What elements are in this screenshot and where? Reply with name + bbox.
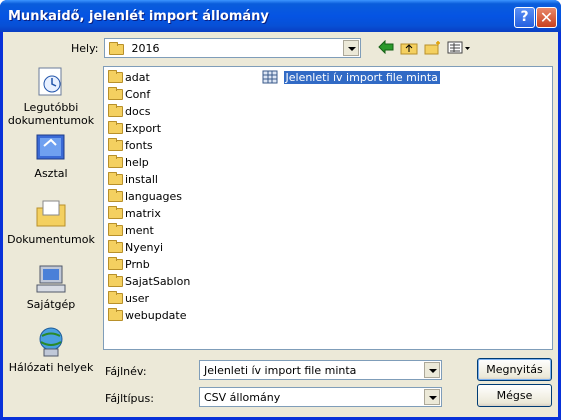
location-value: 2016 bbox=[131, 42, 160, 55]
file-list[interactable]: adat Conf docs Export fonts help install… bbox=[103, 66, 553, 350]
list-item[interactable]: docs bbox=[108, 103, 151, 120]
list-item[interactable]: languages bbox=[108, 188, 182, 205]
list-item[interactable]: webupdate bbox=[108, 307, 187, 324]
filetype-value: CSV állomány bbox=[204, 391, 281, 404]
filetype-label: Fájltípus: bbox=[105, 392, 154, 405]
place-label-line2: dokumentumok bbox=[7, 114, 95, 127]
list-item[interactable]: Export bbox=[108, 120, 161, 137]
view-menu-button[interactable] bbox=[446, 40, 472, 58]
desktop-icon bbox=[34, 132, 68, 164]
help-button[interactable]: ? bbox=[514, 7, 535, 28]
place-label: Asztal bbox=[34, 167, 68, 180]
folder-icon bbox=[109, 41, 124, 55]
recent-documents-icon bbox=[34, 66, 68, 98]
folder-icon bbox=[108, 137, 123, 151]
place-network[interactable]: Hálózati helyek bbox=[5, 326, 97, 374]
place-label: Dokumentumok bbox=[7, 233, 95, 246]
my-documents-icon bbox=[34, 198, 68, 230]
folder-icon bbox=[108, 120, 123, 134]
list-item[interactable]: help bbox=[108, 154, 149, 171]
list-item[interactable]: matrix bbox=[108, 205, 161, 222]
list-item[interactable]: SajatSablon bbox=[108, 273, 190, 290]
window-title: Munkaidő, jelenlét import állomány bbox=[8, 9, 269, 24]
list-item[interactable]: user bbox=[108, 290, 149, 307]
back-arrow-icon bbox=[378, 39, 394, 55]
place-recent-documents[interactable]: Legutóbbi dokumentumok bbox=[5, 66, 97, 127]
location-label: Hely: bbox=[71, 42, 99, 55]
folder-icon bbox=[108, 273, 123, 287]
network-places-icon bbox=[34, 326, 68, 358]
folder-icon bbox=[108, 86, 123, 100]
up-folder-button[interactable] bbox=[399, 40, 419, 58]
folder-icon bbox=[108, 239, 123, 253]
folder-icon bbox=[108, 222, 123, 236]
location-dropdown[interactable]: 2016 bbox=[104, 38, 361, 58]
cancel-button[interactable]: Mégse bbox=[477, 384, 552, 407]
place-my-computer[interactable]: Sajátgép bbox=[5, 263, 97, 311]
selected-file-item[interactable]: Jelenleti ív import file minta bbox=[262, 70, 440, 86]
open-file-dialog: Munkaidő, jelenlét import állomány ? ✕ H… bbox=[0, 0, 561, 420]
folder-icon bbox=[108, 103, 123, 117]
place-desktop[interactable]: Asztal bbox=[5, 132, 97, 180]
chevron-down-icon[interactable] bbox=[343, 40, 359, 56]
folder-icon bbox=[108, 171, 123, 185]
folder-icon bbox=[108, 256, 123, 270]
folder-icon bbox=[108, 307, 123, 321]
filename-input[interactable]: Jelenleti ív import file minta bbox=[199, 360, 442, 380]
place-label: Sajátgép bbox=[26, 298, 76, 311]
folder-icon bbox=[108, 154, 123, 168]
new-folder-button[interactable] bbox=[423, 40, 443, 58]
my-computer-icon bbox=[34, 263, 68, 295]
list-item[interactable]: Prnb bbox=[108, 256, 150, 273]
places-bar: Legutóbbi dokumentumok Asztal Dokumentum… bbox=[5, 62, 97, 386]
spreadsheet-file-icon bbox=[262, 70, 278, 84]
title-bar[interactable]: Munkaidő, jelenlét import állomány ? ✕ bbox=[0, 0, 561, 32]
dialog-client-area: Hely: 2016 Legutóbbi dokumentumok Asztal… bbox=[3, 32, 558, 417]
filename-label: Fájlnév: bbox=[105, 365, 147, 378]
place-label: Hálózati helyek bbox=[8, 361, 94, 374]
list-item[interactable]: adat bbox=[108, 69, 150, 86]
list-item[interactable]: install bbox=[108, 171, 158, 188]
place-my-documents[interactable]: Dokumentumok bbox=[5, 198, 97, 246]
filename-value: Jelenleti ív import file minta bbox=[204, 364, 357, 377]
chevron-down-icon[interactable] bbox=[424, 362, 440, 378]
view-menu-icon bbox=[447, 41, 470, 54]
close-button[interactable]: ✕ bbox=[536, 7, 557, 28]
open-button[interactable]: Megnyitás bbox=[477, 358, 552, 381]
list-item[interactable]: Nyenyi bbox=[108, 239, 163, 256]
chevron-down-icon[interactable] bbox=[424, 389, 440, 405]
new-folder-icon bbox=[424, 41, 440, 55]
back-button[interactable] bbox=[376, 39, 396, 58]
folder-icon bbox=[108, 188, 123, 202]
folder-icon bbox=[108, 290, 123, 304]
list-item[interactable]: ment bbox=[108, 222, 154, 239]
folder-icon bbox=[108, 205, 123, 219]
folder-icon bbox=[108, 69, 123, 83]
place-label: Legutóbbi bbox=[23, 101, 79, 114]
list-item[interactable]: Conf bbox=[108, 86, 150, 103]
list-item[interactable]: fonts bbox=[108, 137, 153, 154]
filetype-dropdown[interactable]: CSV állomány bbox=[199, 387, 442, 407]
up-folder-icon bbox=[400, 43, 418, 55]
